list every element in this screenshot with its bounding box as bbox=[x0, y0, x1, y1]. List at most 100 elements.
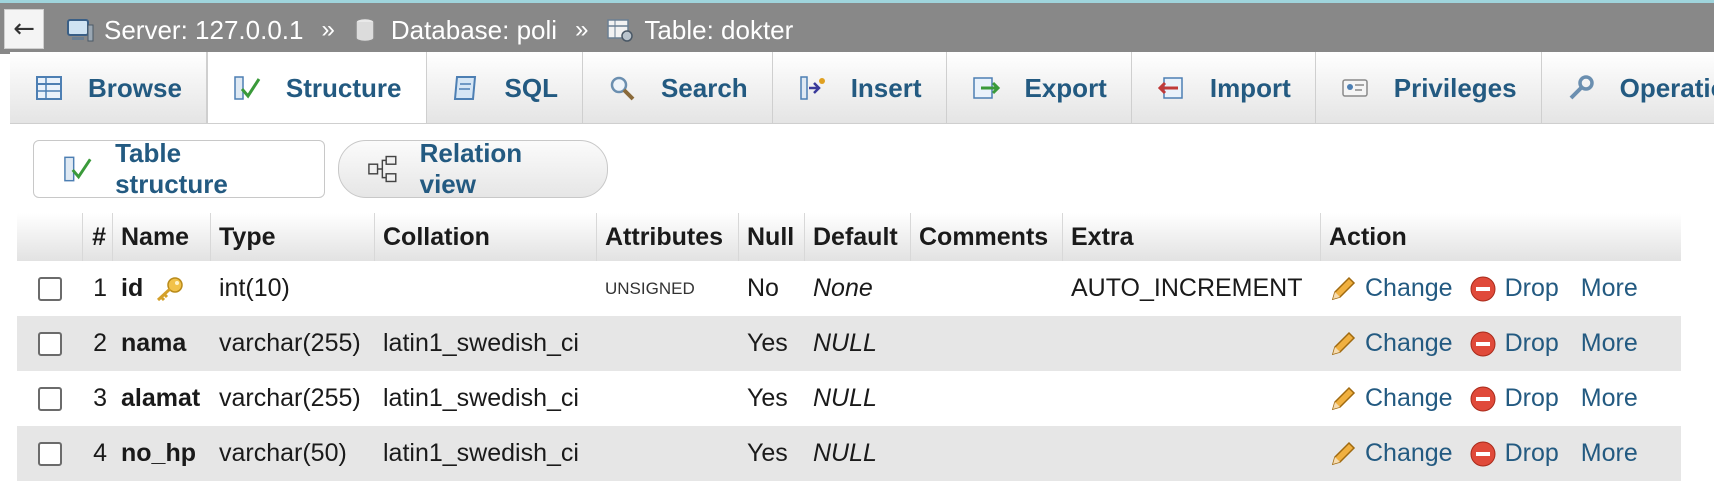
row-actions: Change Drop More bbox=[1321, 426, 1681, 481]
tab-browse-label: Browse bbox=[88, 72, 182, 103]
row-actions: Change Drop More bbox=[1321, 261, 1681, 316]
row-null: Yes bbox=[747, 384, 788, 412]
change-button[interactable]: Change bbox=[1329, 274, 1453, 303]
structure-table: # Name Type Collation Attributes Null De… bbox=[17, 213, 1681, 481]
drop-button[interactable]: Drop bbox=[1469, 274, 1559, 303]
row-extra bbox=[1063, 316, 1321, 371]
drop-label: Drop bbox=[1504, 274, 1559, 302]
row-num: 2 bbox=[93, 329, 107, 357]
relation-view-icon bbox=[368, 155, 397, 183]
header-action: Action bbox=[1329, 222, 1407, 251]
back-button[interactable]: ← bbox=[4, 9, 44, 49]
pencil-icon bbox=[1331, 441, 1356, 465]
row-checkbox[interactable] bbox=[38, 441, 62, 466]
breadcrumb-server-label: Server: 127.0.0.1 bbox=[104, 14, 304, 45]
drop-icon bbox=[1470, 331, 1496, 356]
change-label: Change bbox=[1365, 439, 1453, 467]
table-header: # Name Type Collation Attributes Null De… bbox=[17, 213, 1681, 261]
field-name: id bbox=[121, 274, 144, 302]
tab-bar-divider bbox=[10, 123, 1714, 124]
tab-sql[interactable]: SQL bbox=[426, 52, 583, 124]
row-checkbox[interactable] bbox=[38, 386, 62, 411]
row-comments bbox=[911, 371, 1063, 426]
more-menu[interactable]: More bbox=[1581, 329, 1638, 358]
row-num: 1 bbox=[93, 274, 107, 302]
drop-label: Drop bbox=[1504, 384, 1559, 412]
relation-view-button[interactable]: Relation view bbox=[338, 138, 608, 199]
row-actions: Change Drop More bbox=[1321, 371, 1681, 426]
row-name: no_hp bbox=[113, 426, 211, 481]
tab-search[interactable]: Search bbox=[582, 52, 773, 124]
row-comments bbox=[911, 261, 1063, 316]
row-num: 4 bbox=[93, 439, 107, 467]
breadcrumb: Server: 127.0.0.1 » Database: poli » Tab… bbox=[66, 13, 793, 47]
row-collation: latin1_swedish_ci bbox=[383, 329, 579, 357]
row-name: alamat bbox=[113, 371, 211, 426]
header-comments: Comments bbox=[911, 213, 1063, 261]
tab-insert[interactable]: Insert bbox=[772, 52, 947, 124]
drop-icon bbox=[1470, 386, 1496, 411]
row-comments bbox=[911, 426, 1063, 481]
table-structure-button[interactable]: Table structure bbox=[33, 138, 325, 199]
server-icon bbox=[67, 19, 94, 42]
tab-browse[interactable]: Browse bbox=[10, 52, 207, 124]
header-checkbox-column bbox=[17, 213, 83, 261]
header-attributes: Attributes bbox=[597, 213, 739, 261]
tab-bar: Browse Structure SQL Search Insert Expor… bbox=[10, 52, 1714, 124]
change-button[interactable]: Change bbox=[1329, 439, 1453, 468]
breadcrumb-database[interactable]: Database: poli bbox=[353, 15, 557, 46]
field-name: alamat bbox=[121, 384, 201, 412]
pencil-icon bbox=[1331, 276, 1356, 300]
change-button[interactable]: Change bbox=[1329, 329, 1453, 358]
drop-button[interactable]: Drop bbox=[1469, 329, 1559, 358]
row-null: Yes bbox=[747, 329, 788, 357]
drop-button[interactable]: Drop bbox=[1469, 384, 1559, 413]
change-button[interactable]: Change bbox=[1329, 384, 1453, 413]
more-menu[interactable]: More bbox=[1581, 439, 1638, 468]
drop-button[interactable]: Drop bbox=[1469, 439, 1559, 468]
row-collation: latin1_swedish_ci bbox=[383, 439, 579, 467]
row-type: varchar(255) bbox=[219, 329, 361, 357]
row-comments bbox=[911, 316, 1063, 371]
table-row: 2 nama varchar(255) latin1_swedish_ci Ye… bbox=[17, 316, 1681, 371]
structure-icon bbox=[234, 76, 261, 100]
tab-export-label: Export bbox=[1024, 72, 1107, 103]
header-extra: Extra bbox=[1063, 213, 1321, 261]
tab-insert-label: Insert bbox=[850, 72, 922, 103]
breadcrumb-server[interactable]: Server: 127.0.0.1 bbox=[66, 15, 303, 46]
export-icon bbox=[972, 77, 1000, 99]
table-row: 1 id int(10) UNSIGNED No None AUTO_INCRE… bbox=[17, 261, 1681, 316]
header-collation: Collation bbox=[375, 213, 597, 261]
table-gear-icon bbox=[607, 19, 634, 42]
row-null: Yes bbox=[747, 439, 788, 467]
tab-operations[interactable]: Operations bbox=[1541, 52, 1714, 124]
change-label: Change bbox=[1365, 274, 1453, 302]
pencil-icon bbox=[1331, 331, 1356, 355]
back-arrow-icon: ← bbox=[13, 14, 35, 44]
sql-icon bbox=[453, 76, 476, 100]
more-menu[interactable]: More bbox=[1581, 274, 1638, 303]
header-null: Null bbox=[739, 213, 805, 261]
tab-export[interactable]: Export bbox=[946, 52, 1132, 124]
privileges-icon bbox=[1341, 79, 1368, 97]
more-menu[interactable]: More bbox=[1581, 384, 1638, 413]
row-default: NULL bbox=[813, 329, 877, 357]
tab-import[interactable]: Import bbox=[1131, 52, 1316, 124]
breadcrumb-database-label: Database: poli bbox=[390, 14, 558, 45]
breadcrumb-separator: » bbox=[321, 16, 335, 43]
row-checkbox[interactable] bbox=[38, 331, 62, 356]
tab-privileges-label: Privileges bbox=[1393, 72, 1517, 103]
tab-structure[interactable]: Structure bbox=[206, 52, 427, 124]
row-attributes bbox=[597, 316, 739, 371]
row-checkbox[interactable] bbox=[38, 276, 62, 301]
tab-privileges[interactable]: Privileges bbox=[1315, 52, 1542, 124]
row-name: id bbox=[113, 261, 211, 316]
search-icon bbox=[610, 76, 635, 101]
row-name: nama bbox=[113, 316, 211, 371]
primary-key-icon bbox=[157, 276, 183, 301]
header-type: Type bbox=[211, 213, 375, 261]
row-attributes bbox=[597, 426, 739, 481]
tab-structure-label: Structure bbox=[285, 72, 402, 103]
breadcrumb-table[interactable]: Table: dokter bbox=[606, 15, 793, 46]
browse-icon bbox=[36, 76, 62, 100]
